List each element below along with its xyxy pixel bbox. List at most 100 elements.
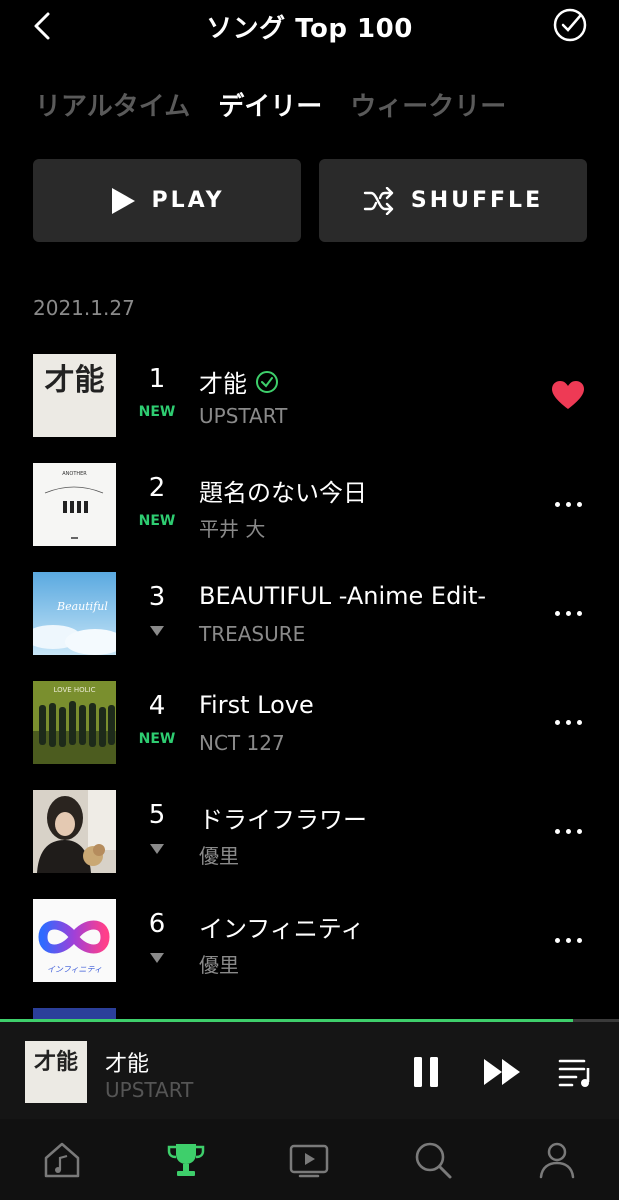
album-art-text: LOVE HOLIC (53, 686, 95, 694)
song-row[interactable]: LOVE HOLIC 4 NEW First Love NCT 127 (0, 681, 619, 790)
song-row[interactable]: ANOTHER 2 NEW 題名のない今日 平井 大 (0, 463, 619, 572)
nav-search[interactable] (371, 1119, 495, 1200)
like-button[interactable] (551, 380, 585, 410)
queue-button[interactable] (556, 1052, 596, 1092)
header: ソング Top 100 (0, 0, 619, 52)
heart-icon (552, 381, 584, 409)
more-button[interactable] (551, 707, 585, 737)
rank-change-new: NEW (138, 513, 176, 529)
song-row[interactable]: 5 ドライフラワー 優里 (0, 790, 619, 899)
rank-change-new: NEW (138, 404, 176, 420)
trophy-icon (167, 1143, 204, 1176)
rank-number: 2 (148, 473, 166, 503)
select-button[interactable] (551, 6, 589, 44)
shuffle-button[interactable]: SHUFFLE (319, 159, 587, 242)
triangle-down-icon (150, 953, 164, 963)
album-art[interactable]: ANOTHER (33, 463, 116, 546)
song-title-text: 題名のない今日 (199, 479, 367, 507)
playlist-icon (558, 1059, 590, 1087)
now-playing-title: 才能 (105, 1052, 150, 1077)
album-art-text: インフィニティ (47, 965, 102, 974)
nav-video[interactable] (248, 1119, 372, 1200)
play-label: PLAY (151, 188, 225, 213)
verified-check-icon (256, 370, 278, 393)
nav-profile[interactable] (495, 1119, 619, 1200)
song-title: 才能 (199, 364, 279, 399)
song-row[interactable]: Beautiful 3 BEAUTIFUL -Anime Edit- TREAS… (0, 572, 619, 681)
album-art-text: ANOTHER (62, 471, 87, 477)
album-art[interactable]: LOVE HOLIC (33, 681, 116, 764)
rank-change-down (130, 951, 184, 967)
nav-chart[interactable] (124, 1119, 248, 1200)
song-list: 才能 1 NEW 才能 UPSTART ANOTHER 2 NEW 題名のない今… (0, 354, 619, 1117)
check-circle-icon (553, 8, 587, 42)
pause-button[interactable] (406, 1052, 446, 1092)
rank-change-down (130, 842, 184, 858)
nav-home[interactable] (0, 1119, 124, 1200)
tab-weekly[interactable]: ウィークリー (350, 86, 506, 123)
triangle-down-icon (150, 844, 164, 854)
album-art-text: 才能 (34, 1049, 78, 1075)
song-title: インフィニティ (199, 909, 364, 944)
more-dots-icon (554, 501, 582, 507)
video-icon (290, 1144, 329, 1177)
now-playing-art[interactable]: 才能 (25, 1041, 87, 1103)
song-title: First Love (199, 691, 314, 719)
more-dots-icon (554, 610, 582, 616)
fast-forward-icon (484, 1059, 520, 1085)
bottom-nav (0, 1119, 619, 1200)
shuffle-icon (363, 186, 394, 215)
rank-number: 6 (148, 909, 166, 939)
song-title: 題名のない今日 (199, 473, 367, 508)
rank-number: 1 (148, 364, 166, 394)
song-row[interactable]: 才能 1 NEW 才能 UPSTART (0, 354, 619, 463)
album-art[interactable] (33, 790, 116, 873)
page-title: ソング Top 100 (206, 14, 413, 44)
rank-number: 3 (148, 582, 166, 612)
song-title: ドライフラワー (199, 800, 367, 835)
next-button[interactable] (482, 1052, 522, 1092)
play-button[interactable]: PLAY (33, 159, 301, 242)
pause-icon (414, 1057, 438, 1087)
more-button[interactable] (551, 489, 585, 519)
tab-daily[interactable]: デイリー (218, 86, 322, 123)
more-button[interactable] (551, 598, 585, 628)
now-playing-artist: UPSTART (105, 1078, 194, 1102)
song-artist: NCT 127 (199, 731, 285, 755)
song-title: BEAUTIFUL -Anime Edit- (199, 582, 486, 610)
home-music-icon (44, 1142, 80, 1177)
search-icon (415, 1142, 452, 1178)
triangle-down-icon (150, 626, 164, 636)
album-art[interactable]: 才能 (33, 354, 116, 437)
rank-number: 4 (148, 691, 166, 721)
rank-change-down (130, 624, 184, 640)
song-artist: 優里 (199, 953, 239, 977)
song-artist: UPSTART (199, 404, 288, 428)
album-art-text: 才能 (45, 363, 105, 398)
song-artist: TREASURE (199, 622, 306, 646)
action-row: PLAY SHUFFLE (33, 159, 587, 242)
song-title-text: BEAUTIFUL -Anime Edit- (199, 582, 487, 610)
more-dots-icon (554, 828, 582, 834)
song-artist: 優里 (199, 844, 239, 868)
song-artist: 平井 大 (199, 517, 266, 541)
rank-change-new: NEW (138, 731, 176, 747)
album-art[interactable]: インフィニティ (33, 899, 116, 982)
song-row[interactable]: インフィニティ 6 インフィニティ 優里 (0, 899, 619, 1008)
chart-date: 2021.1.27 (33, 296, 135, 320)
rank-number: 5 (148, 800, 166, 830)
album-art[interactable]: Beautiful (33, 572, 116, 655)
song-title-text: First Love (199, 691, 314, 719)
song-title-text: 才能 (199, 370, 247, 398)
profile-icon (539, 1142, 575, 1178)
more-dots-icon (554, 719, 582, 725)
period-tabs: リアルタイム デイリー ウィークリー (35, 86, 506, 123)
play-icon (111, 187, 135, 214)
mini-player[interactable]: 才能 才能 UPSTART (0, 1022, 619, 1119)
tab-realtime[interactable]: リアルタイム (35, 86, 190, 123)
more-button[interactable] (551, 816, 585, 846)
song-title-text: インフィニティ (199, 915, 365, 943)
album-art-text: Beautiful (56, 600, 108, 613)
more-button[interactable] (551, 925, 585, 955)
more-dots-icon (554, 937, 582, 943)
